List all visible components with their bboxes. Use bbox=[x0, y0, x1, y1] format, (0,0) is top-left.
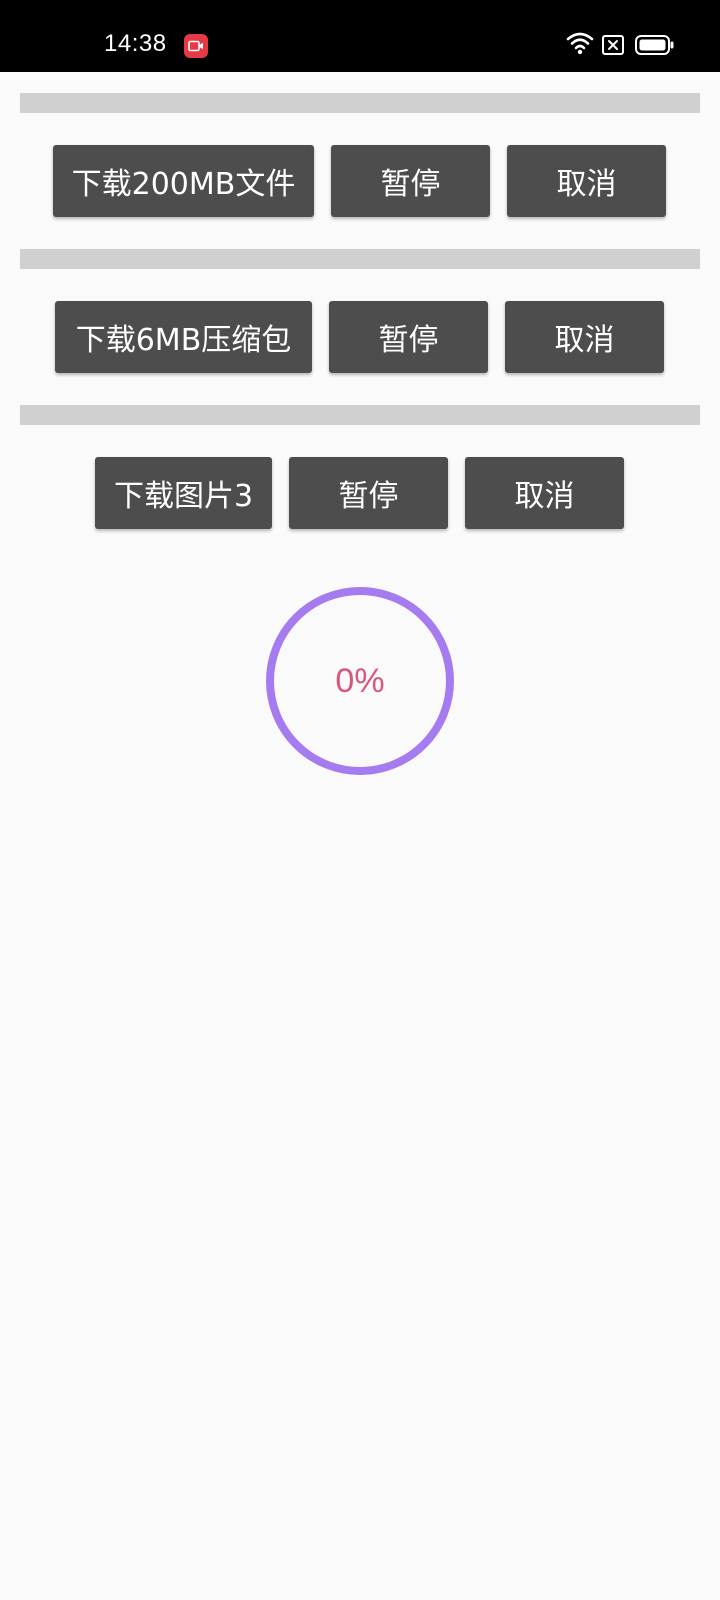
download-progress-bar-2 bbox=[20, 249, 700, 269]
sim-x-icon bbox=[602, 35, 624, 55]
download-6mb-zip-button[interactable]: 下载6MB压缩包 bbox=[55, 301, 312, 373]
download-progress-bar-3 bbox=[20, 405, 700, 425]
download-image3-button[interactable]: 下载图片3 bbox=[95, 457, 272, 529]
download-200mb-button[interactable]: 下载200MB文件 bbox=[53, 145, 314, 217]
cancel-button-2[interactable]: 取消 bbox=[505, 301, 664, 373]
download-progress-bar-1 bbox=[20, 93, 700, 113]
cancel-button-3[interactable]: 取消 bbox=[465, 457, 624, 529]
status-bar: 14:38 bbox=[0, 0, 720, 72]
wifi-icon bbox=[566, 32, 594, 55]
cancel-button-1[interactable]: 取消 bbox=[507, 145, 666, 217]
pause-button-1[interactable]: 暂停 bbox=[331, 145, 490, 217]
pause-button-3[interactable]: 暂停 bbox=[289, 457, 448, 529]
status-time: 14:38 bbox=[104, 30, 167, 57]
screen-record-icon bbox=[184, 34, 208, 58]
pause-button-2[interactable]: 暂停 bbox=[329, 301, 488, 373]
progress-percent-label: 0% bbox=[335, 661, 385, 700]
circular-progress: 0% bbox=[264, 585, 456, 777]
battery-icon bbox=[635, 35, 674, 55]
